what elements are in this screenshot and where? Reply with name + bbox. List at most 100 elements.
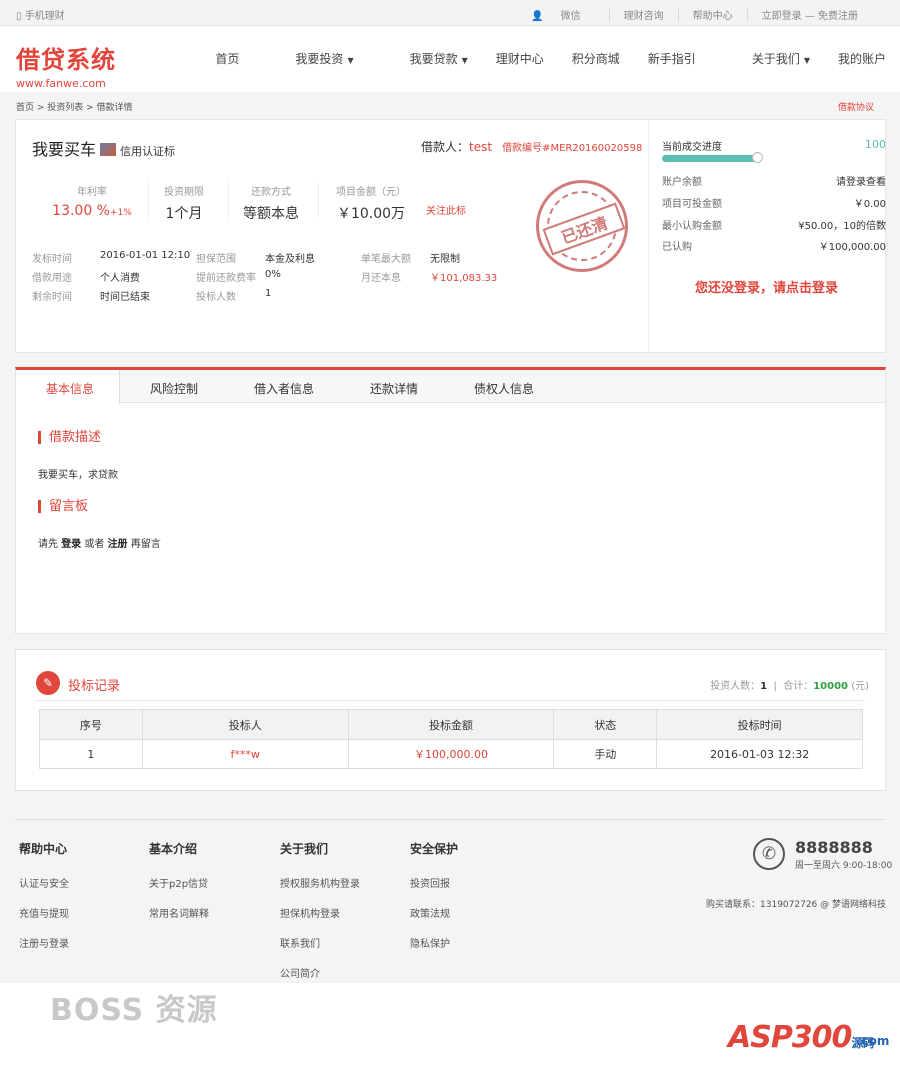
board-login-link[interactable]: 登录 — [61, 539, 81, 550]
col-seq: 序号 — [39, 709, 143, 740]
login-prompt-link[interactable]: 您还没登录，请点击登录 — [695, 277, 838, 296]
help-link[interactable]: 帮助中心 — [677, 7, 747, 22]
use-label: 借款用途 — [32, 273, 72, 284]
header: 借贷系统 www.fanwe.com 首页 我要投资 ▼ 我要贷款 ▼ 理财中心 积… — [0, 26, 900, 92]
footer-divider — [15, 819, 886, 820]
early-value: 0% — [265, 269, 281, 280]
footer-intro: 基本介绍 关于p2p信贷 常用名词解释 — [149, 840, 209, 935]
col-status: 状态 — [553, 709, 658, 740]
tab-bar: 基本信息 风险控制 借入者信息 还款详情 债权人信息 — [16, 370, 885, 404]
footer-link[interactable]: 投资回报 — [410, 875, 458, 890]
consult-link[interactable]: 理财咨询 — [608, 7, 678, 22]
bid-records-card: ✎ 投标记录 投资人数：1 | 合计：10000 (元) 序号 投标人 投标金额… — [15, 649, 886, 791]
borrower-name[interactable]: test — [469, 140, 492, 154]
message-board-title: 留言板 — [38, 500, 88, 513]
term-label: 投资期限 — [164, 187, 204, 198]
caret-down-icon: ▼ — [347, 56, 354, 65]
tab-repayment[interactable]: 还款详情 — [370, 380, 418, 397]
nav-guide[interactable]: 新手指引 — [648, 50, 696, 67]
use-value: 个人消费 — [100, 273, 140, 284]
tab-basic-info[interactable]: 基本信息 — [46, 380, 94, 397]
mobile-finance-link[interactable]: ▯ 手机理财 — [16, 7, 65, 22]
nav-about[interactable]: 关于我们 ▼ — [724, 50, 810, 67]
wechat-link[interactable]: 👤 微信 — [517, 7, 609, 22]
footer-link[interactable]: 认证与安全 — [19, 875, 69, 890]
logo-url: www.fanwe.com — [16, 77, 106, 90]
kpi-repay: 还款方式 等额本息 — [236, 183, 306, 223]
detail-publish-value: 2016-01-01 12:10 — [100, 250, 190, 261]
balance-value[interactable]: 请登录查看 — [836, 173, 886, 188]
footer-help-title: 帮助中心 — [19, 842, 68, 856]
detail-use-value: 个人消费 — [100, 269, 140, 284]
tab-creditors[interactable]: 债权人信息 — [474, 380, 534, 397]
phone-icon: ✆ — [753, 838, 785, 870]
total-value: 10000 — [813, 681, 848, 692]
footer-link[interactable]: 授权服务机构登录 — [280, 875, 360, 890]
early-label: 提前还款费率 — [196, 273, 256, 284]
tab-borrower-info[interactable]: 借入者信息 — [254, 380, 314, 397]
detail-monthly-value: ￥101,083.33 — [430, 269, 497, 284]
total-label: 合计： — [783, 681, 814, 692]
cell-status: 手动 — [553, 739, 658, 769]
tab-risk-control[interactable]: 风险控制 — [150, 380, 198, 397]
board-register-link[interactable]: 注册 — [108, 539, 128, 550]
term-value: 1个月 — [165, 206, 203, 222]
detail-max-value: 无限制 — [430, 250, 460, 265]
footer-link[interactable]: 政策法规 — [410, 905, 458, 920]
credit-label: 信用认证标 — [120, 145, 176, 158]
logo[interactable]: 借贷系统 www.fanwe.com — [16, 40, 116, 90]
nav-invest[interactable]: 我要投资 ▼ — [267, 50, 353, 67]
investor-count-label: 投资人数： — [710, 681, 761, 692]
footer-link[interactable]: 常用名词解释 — [149, 905, 209, 920]
loan-number: 借款编号#MER20160020598 — [502, 143, 643, 154]
progress-bar — [662, 152, 763, 163]
footer-about: 关于我们 授权服务机构登录 担保机构登录 联系我们 公司简介 — [280, 840, 360, 995]
footer-link[interactable]: 担保机构登录 — [280, 905, 360, 920]
min-invest-label: 最小认购金额 — [662, 221, 722, 232]
footer-link[interactable]: 隐私保护 — [410, 935, 458, 950]
project-title: 我要买车 信用认证标 — [32, 136, 175, 160]
logo-title: 借贷系统 — [16, 46, 116, 74]
footer-link[interactable]: 联系我们 — [280, 935, 360, 950]
nav-about-label: 关于我们 — [751, 52, 800, 66]
main-nav: 首页 我要投资 ▼ 我要贷款 ▼ 理财中心 积分商城 新手指引 关于我们 ▼ 我的账户 — [187, 50, 886, 67]
nav-account[interactable]: 我的账户 — [838, 50, 886, 67]
divider — [36, 700, 865, 701]
footer-link[interactable]: 充值与提现 — [19, 905, 69, 920]
monthly-label: 月还本息 — [361, 273, 401, 284]
repay-value: 等额本息 — [243, 206, 299, 222]
max-label: 单笔最大额 — [361, 254, 411, 265]
detail-early: 提前还款费率 — [196, 269, 256, 284]
col-bidder: 投标人 — [142, 709, 349, 740]
borrower-info: 借款人：test 借款编号#MER20160020598 — [421, 138, 642, 155]
detail-max: 单笔最大额 — [361, 250, 411, 265]
detail-guarantee: 担保范围 — [196, 250, 236, 265]
detail-monthly: 月还本息 — [361, 269, 401, 284]
remain-label: 剩余时间 — [32, 292, 72, 303]
footer-link[interactable]: 公司简介 — [280, 965, 360, 980]
purchase-contact: 购买请联系：1319072726 @ 梦语网络科技 — [706, 900, 886, 910]
footer-link[interactable]: 注册与登录 — [19, 935, 69, 950]
detail-remain: 剩余时间 — [32, 288, 72, 303]
progress-label: 当前成交进度 — [662, 142, 722, 153]
nav-home[interactable]: 首页 — [215, 50, 239, 67]
bidders-label: 投标人数 — [196, 292, 236, 303]
borrower-label: 借款人： — [421, 140, 470, 154]
footer-link[interactable]: 关于p2p信贷 — [149, 875, 209, 890]
kpi-rate: 年利率 13.00 %+1% — [44, 183, 140, 219]
follow-button[interactable]: 关注此标 — [426, 202, 466, 217]
breadcrumb[interactable]: 首页 > 投资列表 > 借款详情 — [16, 100, 133, 113]
loan-agreement-link[interactable]: 借款协议 — [838, 100, 874, 113]
investable-label: 项目可投金额 — [662, 199, 722, 210]
login-register-link[interactable]: 立即登录 — 免费注册 — [746, 7, 872, 22]
nav-finance[interactable]: 理财中心 — [496, 50, 544, 67]
subscribed-label: 已认购 — [662, 242, 692, 253]
bid-records-title: 投标记录 — [68, 679, 121, 694]
divider — [318, 182, 319, 218]
service-hours: 周一至周六 9:00-18:00 — [795, 861, 893, 871]
nav-loan[interactable]: 我要贷款 ▼ — [382, 50, 468, 67]
caret-down-icon: ▼ — [803, 56, 810, 65]
top-bar: ▯ 手机理财 👤 微信 理财咨询 帮助中心 立即登录 — 免费注册 — [0, 0, 900, 26]
amount-value: ￥10.00万 — [336, 206, 406, 222]
nav-mall[interactable]: 积分商城 — [572, 50, 620, 67]
